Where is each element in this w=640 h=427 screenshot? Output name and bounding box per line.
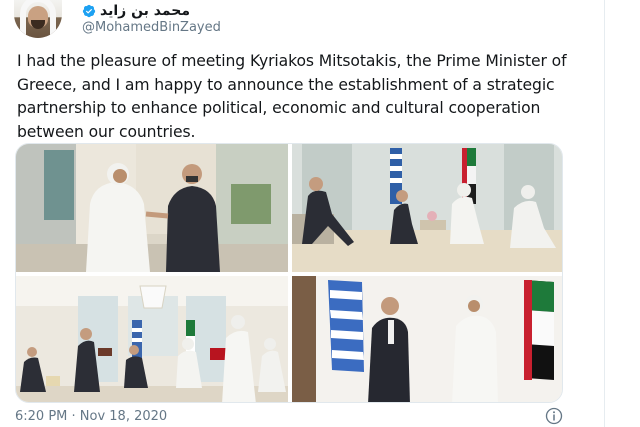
timestamp[interactable]: 6:20 PM · Nov 18, 2020 xyxy=(15,409,167,424)
seated-meeting-image xyxy=(292,144,562,272)
greeting-image xyxy=(16,144,288,272)
avatar[interactable] xyxy=(14,0,62,38)
photo-signing-ceremony[interactable] xyxy=(16,276,288,402)
tweet-header: محمد بن زايد @MohamedBinZayed xyxy=(12,0,312,40)
tweet-text: I had the pleasure of meeting Kyriakos M… xyxy=(17,52,567,141)
photo-greeting-outdoors[interactable] xyxy=(16,144,288,272)
photo-standing-flags[interactable] xyxy=(292,276,562,402)
info-icon[interactable] xyxy=(545,407,563,425)
author-name-row: محمد بن زايد xyxy=(82,2,190,20)
tweet-card: محمد بن زايد @MohamedBinZayed I had the … xyxy=(0,0,600,427)
media-grid xyxy=(15,143,563,403)
tweet-footer: 6:20 PM · Nov 18, 2020 xyxy=(15,405,565,427)
verified-badge-icon xyxy=(82,4,96,18)
user-handle[interactable]: @MohamedBinZayed xyxy=(82,20,221,35)
signing-ceremony-image xyxy=(16,276,288,402)
page-margin xyxy=(604,0,640,427)
standing-flags-image xyxy=(292,276,562,402)
display-name[interactable]: محمد بن زايد xyxy=(100,3,190,19)
photo-seated-meeting[interactable] xyxy=(292,144,562,272)
